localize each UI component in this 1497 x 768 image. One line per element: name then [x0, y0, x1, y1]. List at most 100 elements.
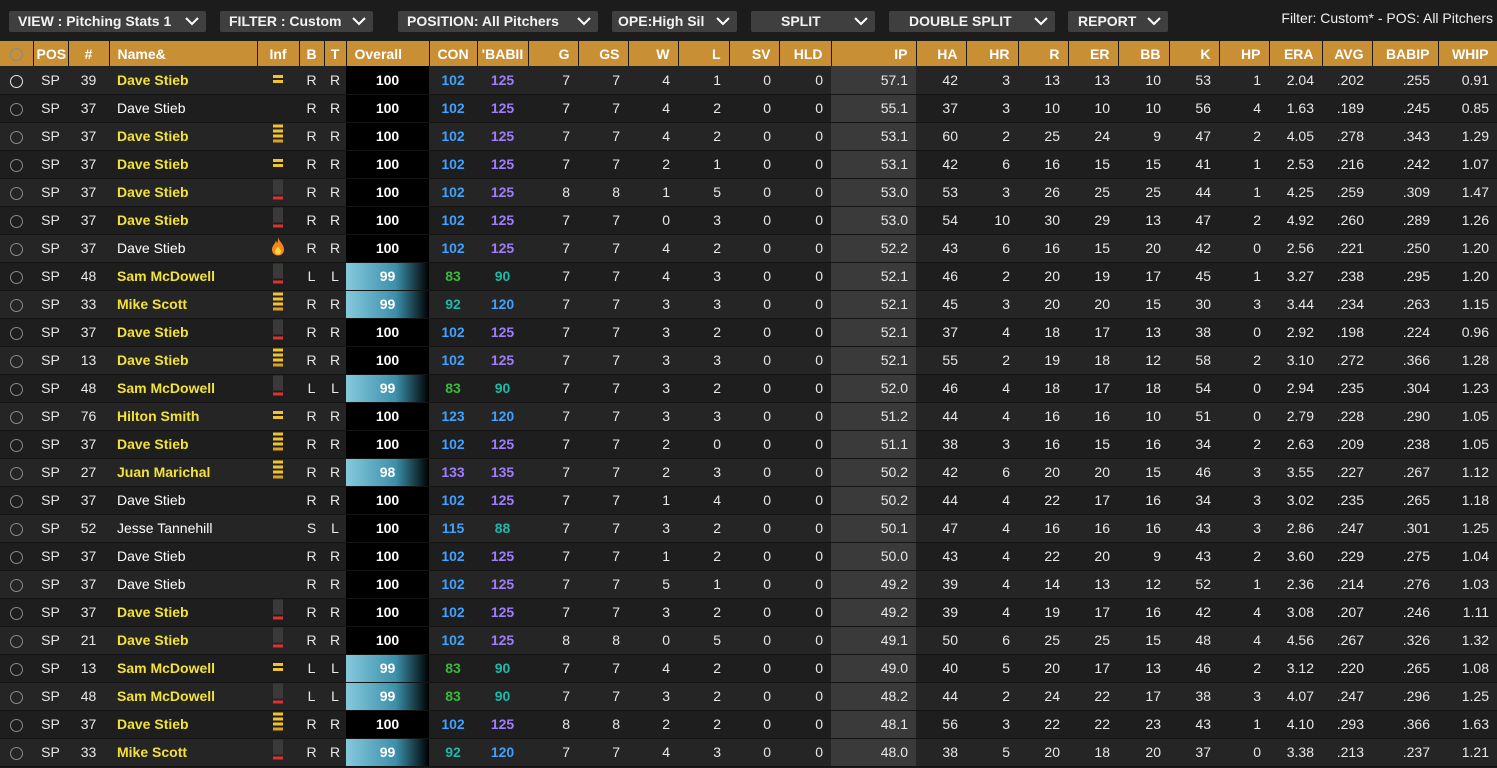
column-header-g[interactable]: G: [528, 41, 579, 66]
column-header-select[interactable]: [0, 41, 34, 66]
table-row[interactable]: SP 52 Jesse Tannehill S L 100 115 88 7 7 3 2 0 0 50.1 4…: [0, 514, 1497, 543]
column-header-w[interactable]: W: [628, 41, 679, 66]
double-split-dropdown[interactable]: DOUBLE SPLIT: [889, 11, 1055, 32]
row-select-radio[interactable]: [10, 606, 23, 620]
table-row[interactable]: SP 37 Dave Stieb R R 100 102 125 7 7 3 2 0 0 52.1 37 4 18…: [0, 318, 1497, 347]
cell-player-name[interactable]: Sam McDowell: [109, 654, 257, 683]
column-header-k[interactable]: K: [1169, 41, 1220, 66]
cell-player-name[interactable]: Juan Marichal: [109, 458, 257, 487]
cell-player-name[interactable]: Dave Stieb: [109, 122, 257, 151]
column-header-era[interactable]: ERA: [1269, 41, 1323, 66]
table-row[interactable]: SP 37 Dave Stieb R R 100 102 125 7 7 0 3 0 0 53.0 54 10 3…: [0, 206, 1497, 235]
column-header-avg[interactable]: AVG: [1322, 41, 1373, 66]
table-row[interactable]: SP 27 Juan Marichal R R 98 133 135 7 7 2 3 0 0 50.2 42 6…: [0, 458, 1497, 487]
column-header-b[interactable]: B: [299, 41, 325, 66]
row-select-cell[interactable]: [0, 290, 33, 319]
row-select-radio[interactable]: [10, 158, 23, 172]
column-header-hr[interactable]: HR: [966, 41, 1019, 66]
column-header-ha[interactable]: HA: [916, 41, 967, 66]
cell-player-name[interactable]: Dave Stieb: [109, 542, 257, 571]
table-row[interactable]: SP 37 Dave Stieb R R 100 102 125 7 7 1 2 0 0 50.0 43 4 22…: [0, 542, 1497, 571]
cell-player-name[interactable]: Hilton Smith: [109, 402, 257, 431]
table-row[interactable]: SP 37 Dave Stieb R R 100 102 125 7 7 2 0 0 0 51.1 38 3 16…: [0, 430, 1497, 459]
row-select-radio[interactable]: [10, 578, 23, 592]
row-select-radio[interactable]: [10, 634, 23, 648]
column-header-bb[interactable]: BB: [1118, 41, 1170, 66]
row-select-radio[interactable]: [10, 438, 23, 452]
row-select-cell[interactable]: [0, 542, 33, 571]
column-header-l[interactable]: L: [678, 41, 730, 66]
row-select-cell[interactable]: [0, 150, 33, 179]
scope-dropdown[interactable]: OPE:High Sil: [612, 11, 737, 32]
table-row[interactable]: SP 33 Mike Scott R R 99 92 120 7 7 3 3 0 0 52.1 45 3 20 20…: [0, 290, 1497, 319]
row-select-radio[interactable]: [10, 270, 23, 284]
cell-player-name[interactable]: Sam McDowell: [109, 682, 257, 711]
row-select-radio[interactable]: [10, 718, 23, 732]
cell-player-name[interactable]: Mike Scott: [109, 738, 257, 767]
row-select-radio[interactable]: [10, 130, 23, 144]
cell-player-name[interactable]: Jesse Tannehill: [109, 514, 257, 543]
table-row[interactable]: SP 37 Dave Stieb R R 100 102 125 7 7 4 2 0 0 52.2 43 6 16…: [0, 234, 1497, 263]
row-select-cell[interactable]: [0, 598, 33, 627]
filter-dropdown[interactable]: FILTER : Custom: [220, 11, 373, 32]
cell-player-name[interactable]: Dave Stieb: [109, 66, 257, 95]
row-select-cell[interactable]: [0, 738, 33, 767]
table-row[interactable]: SP 33 Mike Scott R R 99 92 120 7 7 4 3 0 0 48.0 38 5 20 18…: [0, 738, 1497, 767]
report-dropdown[interactable]: REPORT: [1068, 11, 1168, 32]
cell-player-name[interactable]: Dave Stieb: [109, 234, 257, 263]
column-header-ip[interactable]: IP: [831, 41, 917, 66]
column-header-[interactable]: #: [68, 41, 110, 66]
row-select-radio[interactable]: [10, 690, 23, 704]
table-row[interactable]: SP 39 Dave Stieb R R 100 102 125 7 7 4 1 0 0 57.1 42 3 13…: [0, 66, 1497, 95]
row-select-cell[interactable]: [0, 654, 33, 683]
row-select-radio[interactable]: [10, 382, 23, 396]
row-select-radio[interactable]: [10, 74, 23, 88]
cell-player-name[interactable]: Sam McDowell: [109, 374, 257, 403]
cell-player-name[interactable]: Dave Stieb: [109, 178, 257, 207]
column-header-overall[interactable]: Overall: [346, 41, 430, 66]
row-select-radio[interactable]: [10, 466, 23, 480]
row-select-cell[interactable]: [0, 206, 33, 235]
table-row[interactable]: SP 37 Dave Stieb R R 100 102 125 7 7 3 2 0 0 49.2 39 4 19…: [0, 598, 1497, 627]
cell-player-name[interactable]: Dave Stieb: [109, 626, 257, 655]
row-select-radio[interactable]: [10, 102, 23, 116]
table-row[interactable]: SP 48 Sam McDowell L L 99 83 90 7 7 3 2 0 0 48.2 44 2 24 2…: [0, 682, 1497, 711]
table-row[interactable]: SP 13 Sam McDowell L L 99 83 90 7 7 4 2 0 0 49.0 40 5 20 1…: [0, 654, 1497, 683]
row-select-radio[interactable]: [10, 354, 23, 368]
row-select-cell[interactable]: [0, 430, 33, 459]
row-select-radio[interactable]: [10, 326, 23, 340]
column-header-r[interactable]: R: [1018, 41, 1069, 66]
table-row[interactable]: SP 37 Dave Stieb R R 100 102 125 8 8 1 5 0 0 53.0 53 3 26…: [0, 178, 1497, 207]
table-row[interactable]: SP 76 Hilton Smith R R 100 123 120 7 7 3 3 0 0 51.2 44 4…: [0, 402, 1497, 431]
row-select-cell[interactable]: [0, 402, 33, 431]
row-select-cell[interactable]: [0, 682, 33, 711]
row-select-cell[interactable]: [0, 710, 33, 739]
row-select-cell[interactable]: [0, 66, 33, 95]
table-row[interactable]: SP 13 Dave Stieb R R 100 102 125 7 7 3 3 0 0 52.1 55 2 19…: [0, 346, 1497, 375]
row-select-cell[interactable]: [0, 570, 33, 599]
table-row[interactable]: SP 37 Dave Stieb R R 100 102 125 7 7 2 1 0 0 53.1 42 6 16…: [0, 150, 1497, 179]
cell-player-name[interactable]: Dave Stieb: [109, 430, 257, 459]
row-select-cell[interactable]: [0, 514, 33, 543]
row-select-cell[interactable]: [0, 458, 33, 487]
row-select-cell[interactable]: [0, 318, 33, 347]
column-header-hp[interactable]: HP: [1219, 41, 1270, 66]
cell-player-name[interactable]: Dave Stieb: [109, 570, 257, 599]
column-header-inf[interactable]: Inf: [257, 41, 300, 66]
position-dropdown[interactable]: POSITION: All Pitchers: [398, 11, 598, 32]
row-select-radio[interactable]: [10, 746, 23, 760]
cell-player-name[interactable]: Dave Stieb: [109, 150, 257, 179]
row-select-radio[interactable]: [10, 662, 23, 676]
cell-player-name[interactable]: Dave Stieb: [109, 206, 257, 235]
column-header-sv[interactable]: SV: [729, 41, 780, 66]
row-select-cell[interactable]: [0, 94, 33, 123]
table-row[interactable]: SP 21 Dave Stieb R R 100 102 125 8 8 0 5 0 0 49.1 50 6 25…: [0, 626, 1497, 655]
row-select-cell[interactable]: [0, 178, 33, 207]
row-select-cell[interactable]: [0, 486, 33, 515]
table-row[interactable]: SP 37 Dave Stieb R R 100 102 125 8 8 2 2 0 0 48.1 56 3 22…: [0, 710, 1497, 739]
row-select-cell[interactable]: [0, 626, 33, 655]
column-header-pos[interactable]: POS: [33, 41, 69, 66]
row-select-cell[interactable]: [0, 234, 33, 263]
column-header-gs[interactable]: GS: [578, 41, 629, 66]
view-dropdown[interactable]: VIEW : Pitching Stats 1: [9, 11, 206, 32]
